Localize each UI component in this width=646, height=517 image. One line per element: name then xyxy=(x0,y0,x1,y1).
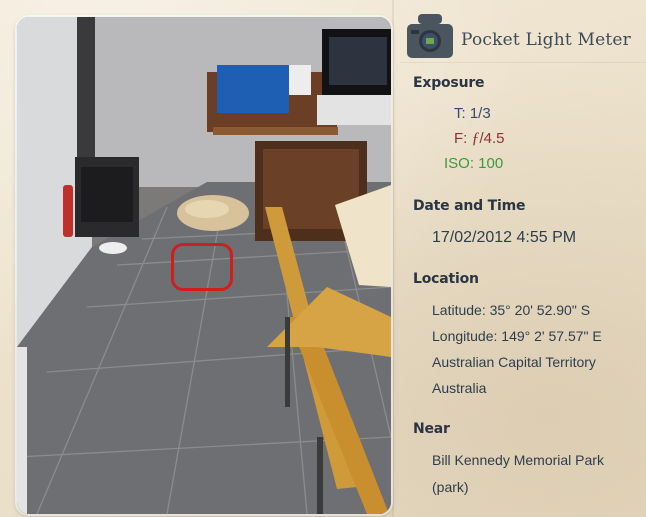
paper-crease xyxy=(392,0,394,517)
near-type: (park) xyxy=(432,479,469,495)
shutter-speed: T: 1/3 xyxy=(454,105,491,122)
datetime-value: 17/02/2012 4:55 PM xyxy=(432,229,577,246)
aperture-prefix: F: xyxy=(454,130,472,147)
region-value: Australian Capital Territory xyxy=(432,354,596,370)
near-heading: Near xyxy=(413,421,450,437)
app-header: Pocket Light Meter xyxy=(407,10,646,60)
iso-value: ISO: 100 xyxy=(444,155,504,172)
country-value: Australia xyxy=(432,380,487,396)
longitude-value: Longitude: 149° 2' 57.57" E xyxy=(432,328,602,344)
info-panel: Pocket Light Meter Exposure T: 1/3 F: ƒ/… xyxy=(400,0,646,517)
aperture-symbol: ƒ xyxy=(471,130,480,147)
aperture-number: /4.5 xyxy=(479,130,505,147)
exposure-heading: Exposure xyxy=(413,75,485,91)
aperture-value: F: ƒ/4.5 xyxy=(454,130,505,148)
camera-icon[interactable] xyxy=(407,14,455,60)
near-place: Bill Kennedy Memorial Park xyxy=(432,452,604,468)
app-title: Pocket Light Meter xyxy=(461,30,631,50)
latitude-value: Latitude: 35° 20' 52.90" S xyxy=(432,302,591,318)
camera-photo[interactable] xyxy=(17,17,391,514)
datetime-heading: Date and Time xyxy=(413,198,526,214)
focus-box[interactable] xyxy=(171,243,233,291)
location-heading: Location xyxy=(413,271,479,287)
